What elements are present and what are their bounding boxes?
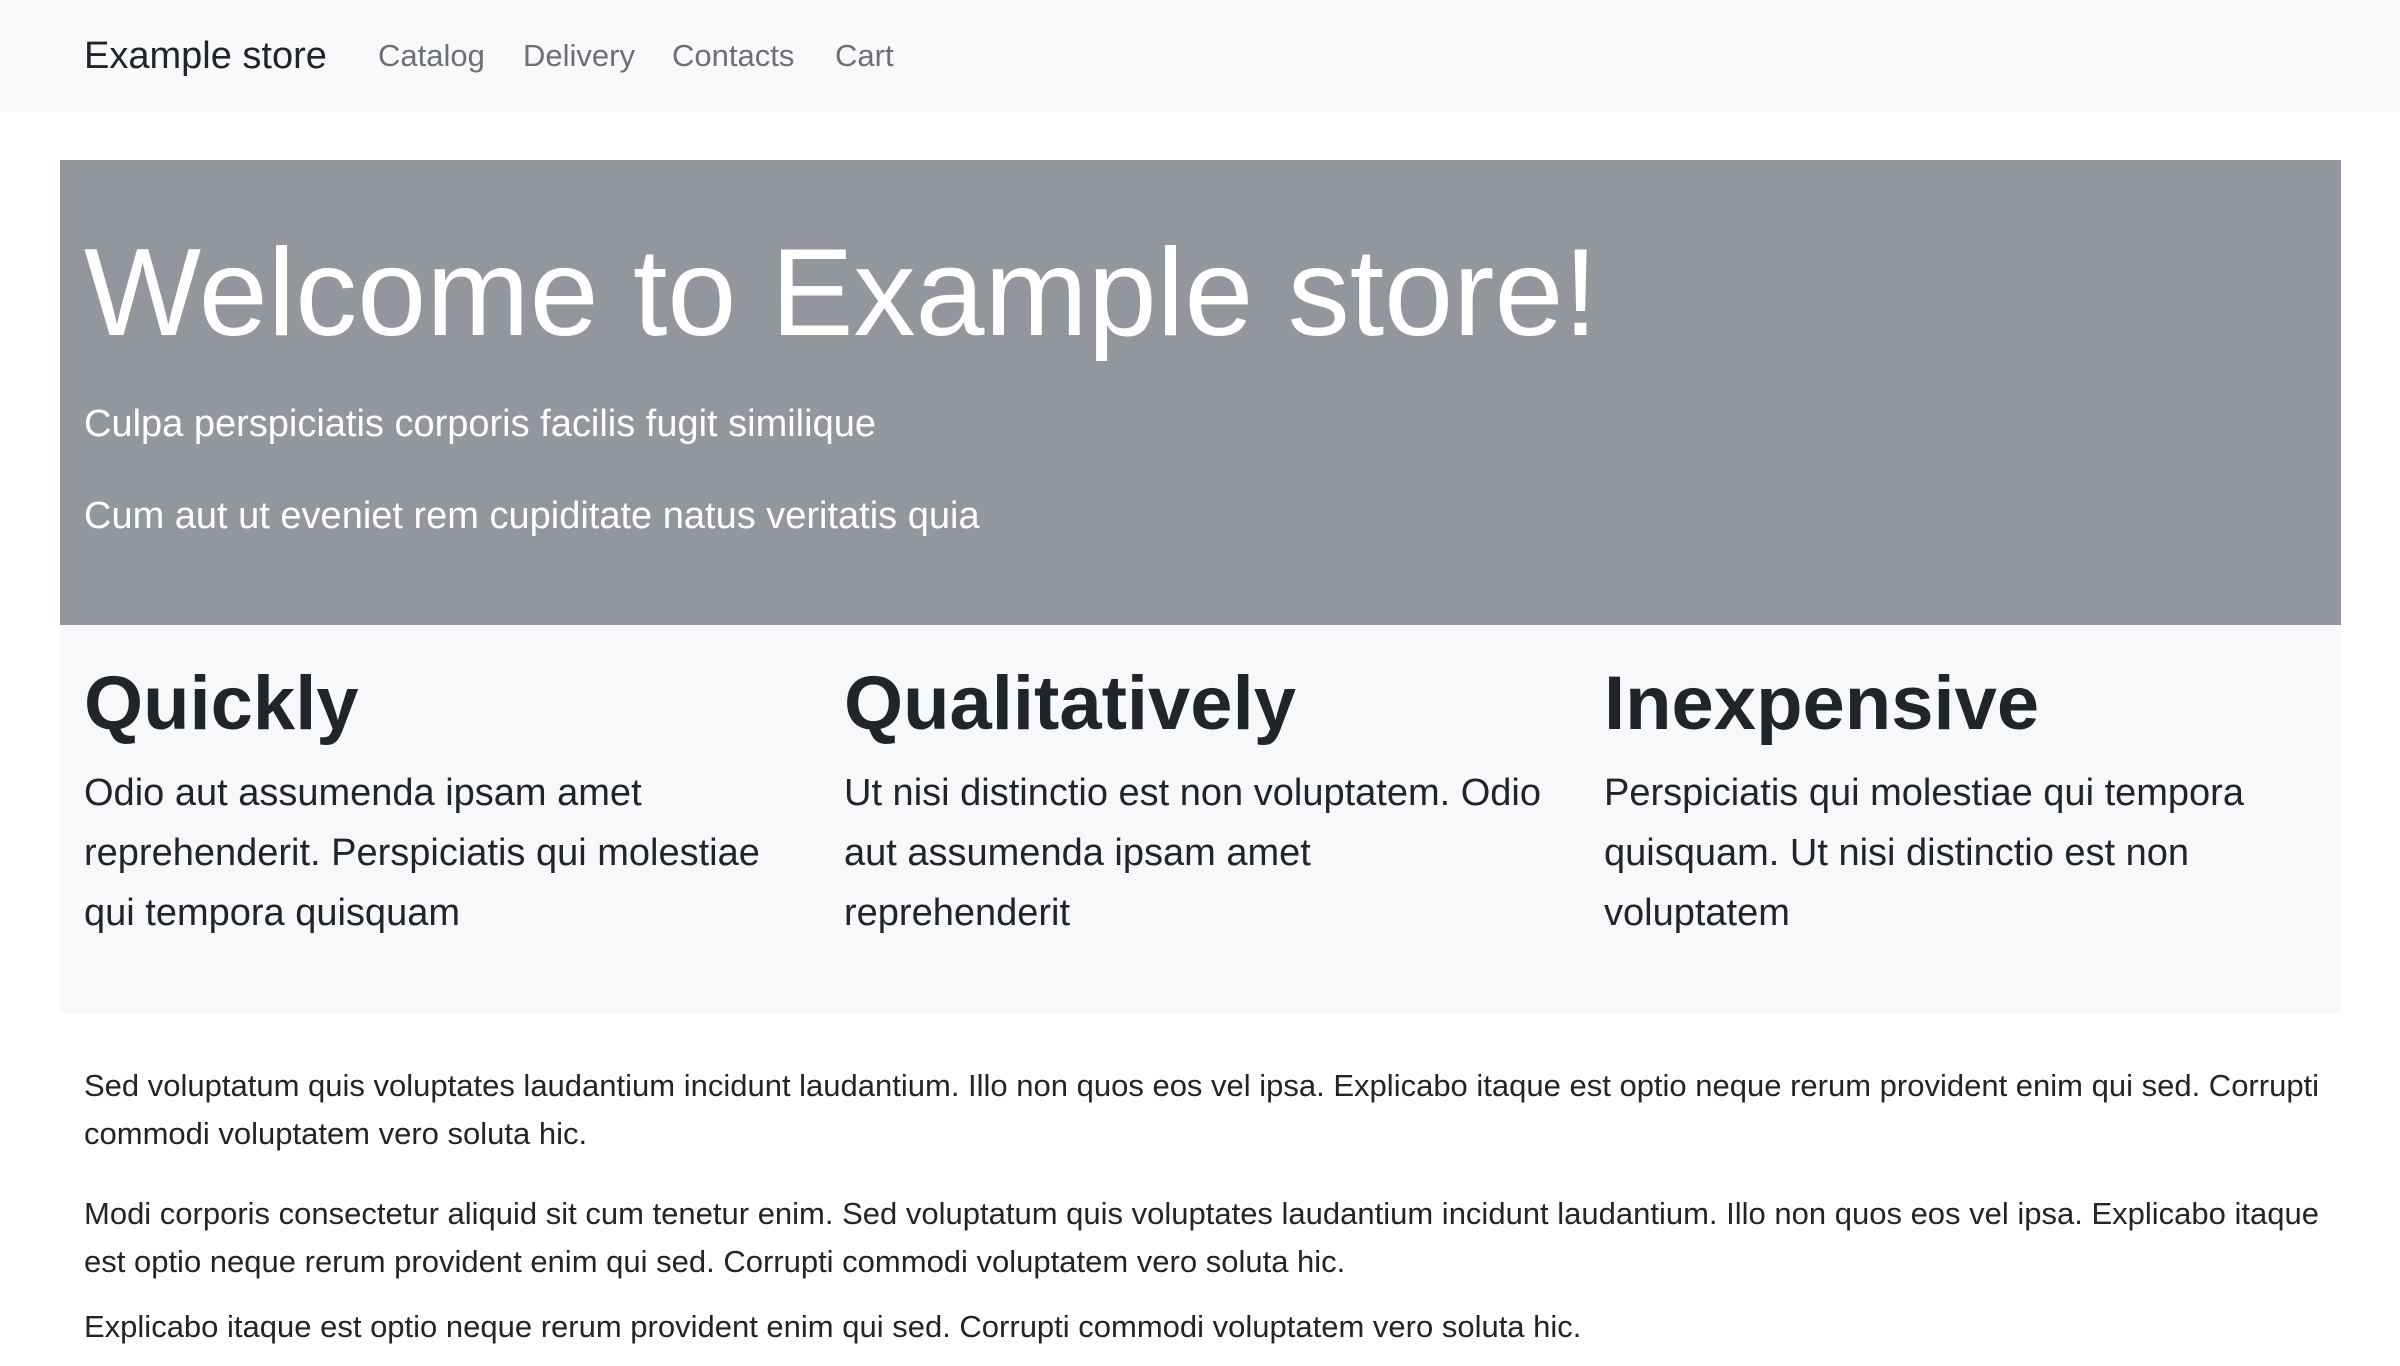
nav-link-catalog[interactable]: Catalog [378,34,485,78]
feature-text: Ut nisi distinctio est non voluptatem. O… [844,772,1542,934]
hero-banner: Welcome to Example store! Culpa perspici… [60,160,2341,625]
features-section: Quickly Odio aut assumenda ipsam amet re… [60,625,2341,1013]
feature-qualitatively: Qualitatively Ut nisi distinctio est non… [844,659,1544,943]
nav-link-contacts[interactable]: Contacts [672,34,794,78]
nav-link-cart[interactable]: Cart [835,34,894,78]
hero-title: Welcome to Example store! [84,224,1598,362]
feature-title: Quickly [84,661,359,746]
brand-link[interactable]: Example store [84,30,327,82]
body-paragraph-1: Sed voluptatum quis voluptates laudantiu… [84,1068,2320,1151]
body-paragraph-3: Explicabo itaque est optio neque rerum p… [84,1309,1582,1344]
feature-title: Qualitatively [844,661,1296,746]
top-navbar: Example store Catalog Delivery Contacts … [0,0,2400,112]
body-paragraph-2: Modi corporis consectetur aliquid sit cu… [84,1196,2319,1279]
hero-lead-second: Cum aut ut eveniet rem cupiditate natus … [84,495,980,537]
hero-lead-first: Culpa perspiciatis corporis facilis fugi… [84,403,876,445]
feature-text: Odio aut assumenda ipsam amet reprehende… [84,772,760,934]
nav-link-delivery[interactable]: Delivery [523,34,635,78]
feature-quickly: Quickly Odio aut assumenda ipsam amet re… [84,659,784,943]
feature-inexpensive: Inexpensive Perspiciatis qui molestiae q… [1604,659,2304,943]
feature-title: Inexpensive [1604,661,2040,746]
feature-text: Perspiciatis qui molestiae qui tempora q… [1604,772,2244,934]
